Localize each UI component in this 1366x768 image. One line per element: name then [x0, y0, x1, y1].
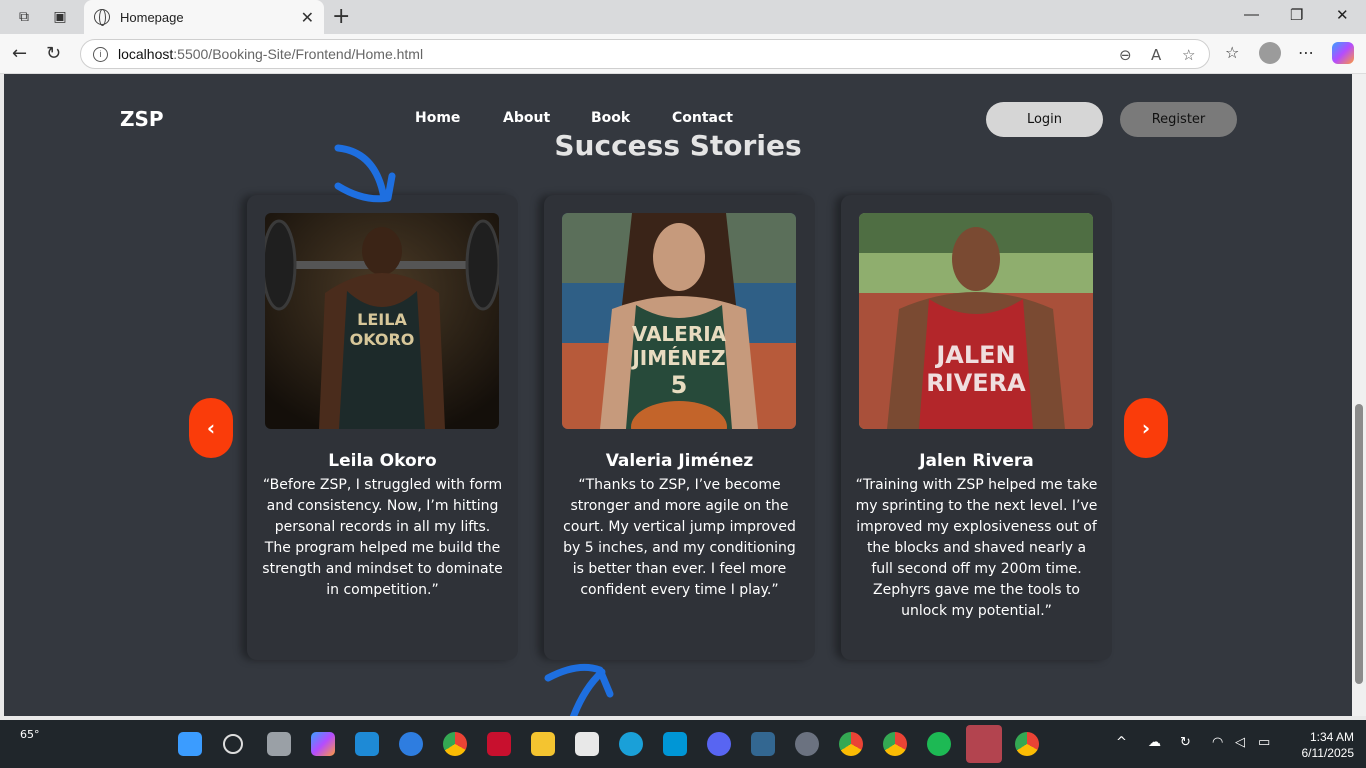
browser-tab-homepage[interactable]: Homepage ✕: [84, 0, 324, 34]
window-close-icon[interactable]: ✕: [1336, 6, 1349, 24]
more-menu-icon[interactable]: ⋯: [1298, 43, 1314, 62]
minimize-icon[interactable]: —: [1244, 6, 1259, 23]
copilot-icon[interactable]: [1332, 42, 1354, 64]
refresh-icon[interactable]: ↻: [46, 43, 61, 64]
chrome-profile-icon[interactable]: [883, 732, 907, 756]
chevron-up-icon[interactable]: ^: [1116, 735, 1127, 750]
discord-icon[interactable]: [707, 732, 731, 756]
upload-app-icon[interactable]: [966, 725, 1002, 763]
read-aloud-icon[interactable]: A: [1151, 46, 1161, 64]
mcafee-icon[interactable]: [487, 732, 511, 756]
address-bar[interactable]: i localhost:5500/Booking-Site/Frontend/H…: [80, 39, 1210, 69]
postgres-icon[interactable]: [751, 732, 775, 756]
edge-icon[interactable]: [619, 732, 643, 756]
weather-temp: 65°: [20, 728, 40, 741]
settings-gear-icon[interactable]: [795, 732, 819, 756]
annotation-overlay: [334, 144, 614, 716]
url-path: :5500/Booking-Site/Frontend/Home.html: [173, 46, 424, 62]
annotation-arrowhead: [544, 663, 614, 698]
weather-widget[interactable]: 65°: [20, 728, 40, 741]
url-host: localhost: [118, 46, 174, 62]
windows-taskbar: [0, 720, 1366, 768]
tab-actions-icon[interactable]: ▣: [50, 7, 70, 27]
microsoft-store-icon[interactable]: [575, 732, 599, 756]
workspaces-icon[interactable]: ⧉: [14, 7, 34, 27]
clock-date: 6/11/2025: [1301, 746, 1355, 760]
spotify-icon[interactable]: [927, 732, 951, 756]
scrollbar-thumb[interactable]: [1355, 404, 1363, 684]
globe-icon: [94, 9, 110, 26]
page-viewport: ZSP Home About Book Contact Login Regist…: [4, 74, 1352, 716]
clock-time: 1:34 AM: [1309, 730, 1354, 744]
restore-icon[interactable]: ❐: [1290, 6, 1303, 24]
system-clock[interactable]: 1:34 AM 6/11/2025: [1282, 729, 1355, 761]
close-tab-icon[interactable]: ✕: [301, 8, 314, 27]
favorites-icon[interactable]: ☆: [1225, 43, 1239, 62]
wifi-icon[interactable]: ◠: [1212, 735, 1223, 750]
vscode-icon[interactable]: [355, 732, 379, 756]
browser-tab-bar: ⧉ ▣ Homepage ✕ + — ❐ ✕: [0, 0, 1366, 34]
profile-avatar-icon[interactable]: [1259, 42, 1281, 64]
zoom-out-icon[interactable]: ⊖: [1119, 46, 1132, 64]
sync-icon[interactable]: ↻: [1180, 735, 1191, 750]
battery-icon[interactable]: ▭: [1258, 735, 1270, 750]
chrome-icon[interactable]: [443, 732, 467, 756]
favorite-star-icon[interactable]: ☆: [1182, 46, 1195, 64]
chrome-profile-icon[interactable]: [839, 732, 863, 756]
new-tab-icon[interactable]: +: [332, 4, 350, 29]
onedrive-cloud-icon[interactable]: ☁: [1148, 735, 1161, 750]
task-view-icon[interactable]: [267, 732, 291, 756]
back-icon[interactable]: ←: [12, 43, 27, 64]
annotation-arrow: [569, 668, 606, 716]
myhp-icon[interactable]: [663, 732, 687, 756]
start-windows-icon[interactable]: [178, 732, 202, 756]
tab-title: Homepage: [120, 9, 184, 25]
chrome-profile-icon[interactable]: [1015, 732, 1039, 756]
volume-icon[interactable]: ◁: [1235, 735, 1245, 750]
site-info-icon[interactable]: i: [93, 46, 108, 62]
help-icon[interactable]: [399, 732, 423, 756]
browser-toolbar: ← ↻ i localhost:5500/Booking-Site/Fronte…: [0, 34, 1366, 74]
copilot-app-icon[interactable]: [311, 732, 335, 756]
search-icon[interactable]: [223, 734, 243, 754]
file-explorer-icon[interactable]: [531, 732, 555, 756]
